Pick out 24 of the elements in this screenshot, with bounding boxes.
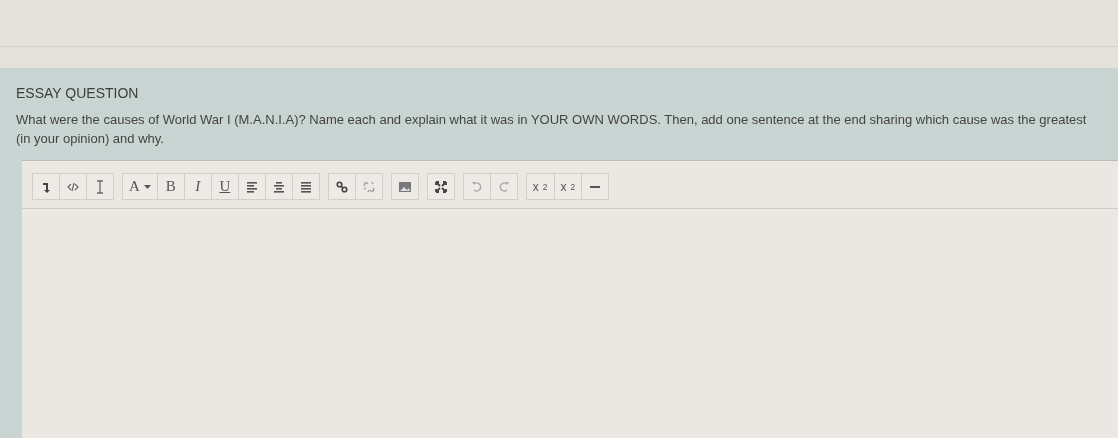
image-icon bbox=[397, 179, 412, 194]
align-left-icon bbox=[244, 179, 259, 194]
toolbar-button[interactable] bbox=[264, 173, 293, 200]
toolbar-button[interactable] bbox=[581, 173, 610, 200]
toolbar-button[interactable] bbox=[390, 173, 419, 200]
undo-icon bbox=[469, 179, 484, 194]
toolbar-button[interactable] bbox=[32, 173, 60, 200]
toolbar-button[interactable] bbox=[426, 173, 455, 200]
format-button[interactable]: I bbox=[183, 173, 212, 200]
fullscreen-icon bbox=[433, 179, 448, 194]
link-icon bbox=[334, 179, 349, 194]
caret-icon bbox=[143, 184, 151, 189]
toolbar-button[interactable] bbox=[59, 173, 87, 200]
format-button[interactable]: U bbox=[210, 173, 239, 200]
toolbar-button[interactable] bbox=[291, 173, 320, 200]
toolbar-button[interactable] bbox=[237, 173, 266, 200]
align-justify-icon bbox=[298, 179, 313, 194]
horizontal-rule-icon bbox=[590, 185, 601, 188]
format-button[interactable]: B bbox=[156, 173, 185, 200]
font-color-button[interactable]: A bbox=[122, 173, 158, 200]
align-center-icon bbox=[271, 179, 286, 194]
toolbar-button[interactable] bbox=[327, 173, 356, 200]
question-heading: ESSAY QUESTION bbox=[16, 85, 139, 101]
question-prompt: What were the causes of World War I (M.A.N.I.A)? Name each and explain what it was in YOUR OWN WORDS. Then, add one sentence at the end sharing which cause was the greatest (in your opinion) and why. bbox=[16, 111, 1088, 148]
